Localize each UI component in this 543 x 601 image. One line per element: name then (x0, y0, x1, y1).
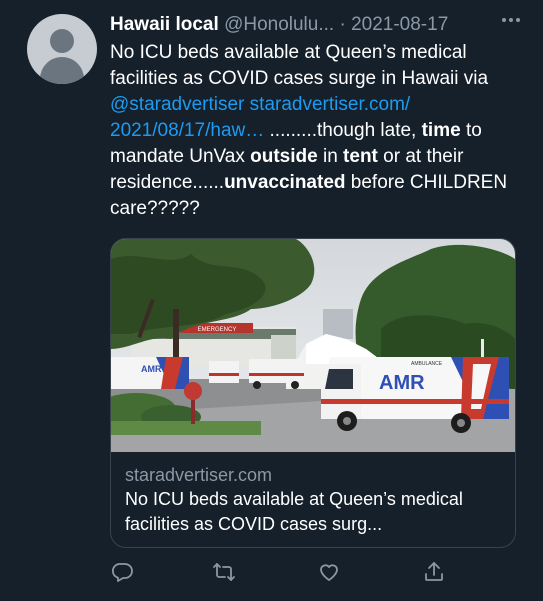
display-name[interactable]: Hawaii local (110, 14, 219, 35)
bold-text: outside (250, 146, 318, 167)
avatar-body (40, 57, 84, 84)
card-domain: staradvertiser.com (125, 465, 273, 485)
tweet-date[interactable]: 2021-08-17 (351, 14, 448, 35)
heart-icon (320, 564, 338, 581)
link-card[interactable]: EMERGENCY AMR AMR AMBULANCE staradvertis… (110, 238, 516, 548)
reply-icon (111, 563, 133, 582)
ellipsis-icon (502, 18, 520, 22)
text-segment: in (317, 146, 344, 167)
like-button[interactable] (317, 560, 343, 586)
avatar[interactable] (27, 14, 97, 84)
emergency-sign-text: EMERGENCY (198, 327, 237, 333)
ambulance-label-text: AMBULANCE (411, 361, 443, 367)
share-button[interactable] (422, 560, 448, 586)
user-handle[interactable]: @Honolulu... (224, 14, 334, 35)
tweet-text: No ICU beds available at Queen’s medical… (110, 40, 530, 222)
action-bar (100, 560, 460, 586)
retweet-button[interactable] (212, 560, 238, 586)
reply-button[interactable] (110, 560, 136, 586)
retweet-icon (213, 563, 235, 581)
text-segment: .........though late, (264, 120, 422, 141)
mention-link[interactable]: @staradvertiser (110, 94, 244, 115)
avatar-head (50, 29, 74, 53)
card-image[interactable]: EMERGENCY AMR AMR AMBULANCE (111, 239, 515, 452)
bold-text: time (421, 120, 461, 141)
card-meta: staradvertiser.com No ICU beds available… (125, 463, 505, 537)
bold-text: unvaccinated (224, 172, 346, 193)
card-title[interactable]: No ICU beds available at Queen’s medical… (125, 487, 505, 537)
tweet-header: Hawaii local @Honolulu... · 2021-08-17 (110, 12, 515, 38)
tweet[interactable]: Hawaii local @Honolulu... · 2021-08-17 N… (0, 0, 543, 601)
text-segment: No ICU beds available at Queen’s medical… (110, 42, 489, 89)
svg-text:AMR: AMR (141, 364, 162, 374)
share-icon (425, 562, 443, 581)
bold-text: tent (343, 146, 378, 167)
separator: · (339, 14, 346, 35)
ambulance-brand-text: AMR (379, 372, 425, 394)
more-options-button[interactable] (496, 10, 526, 32)
